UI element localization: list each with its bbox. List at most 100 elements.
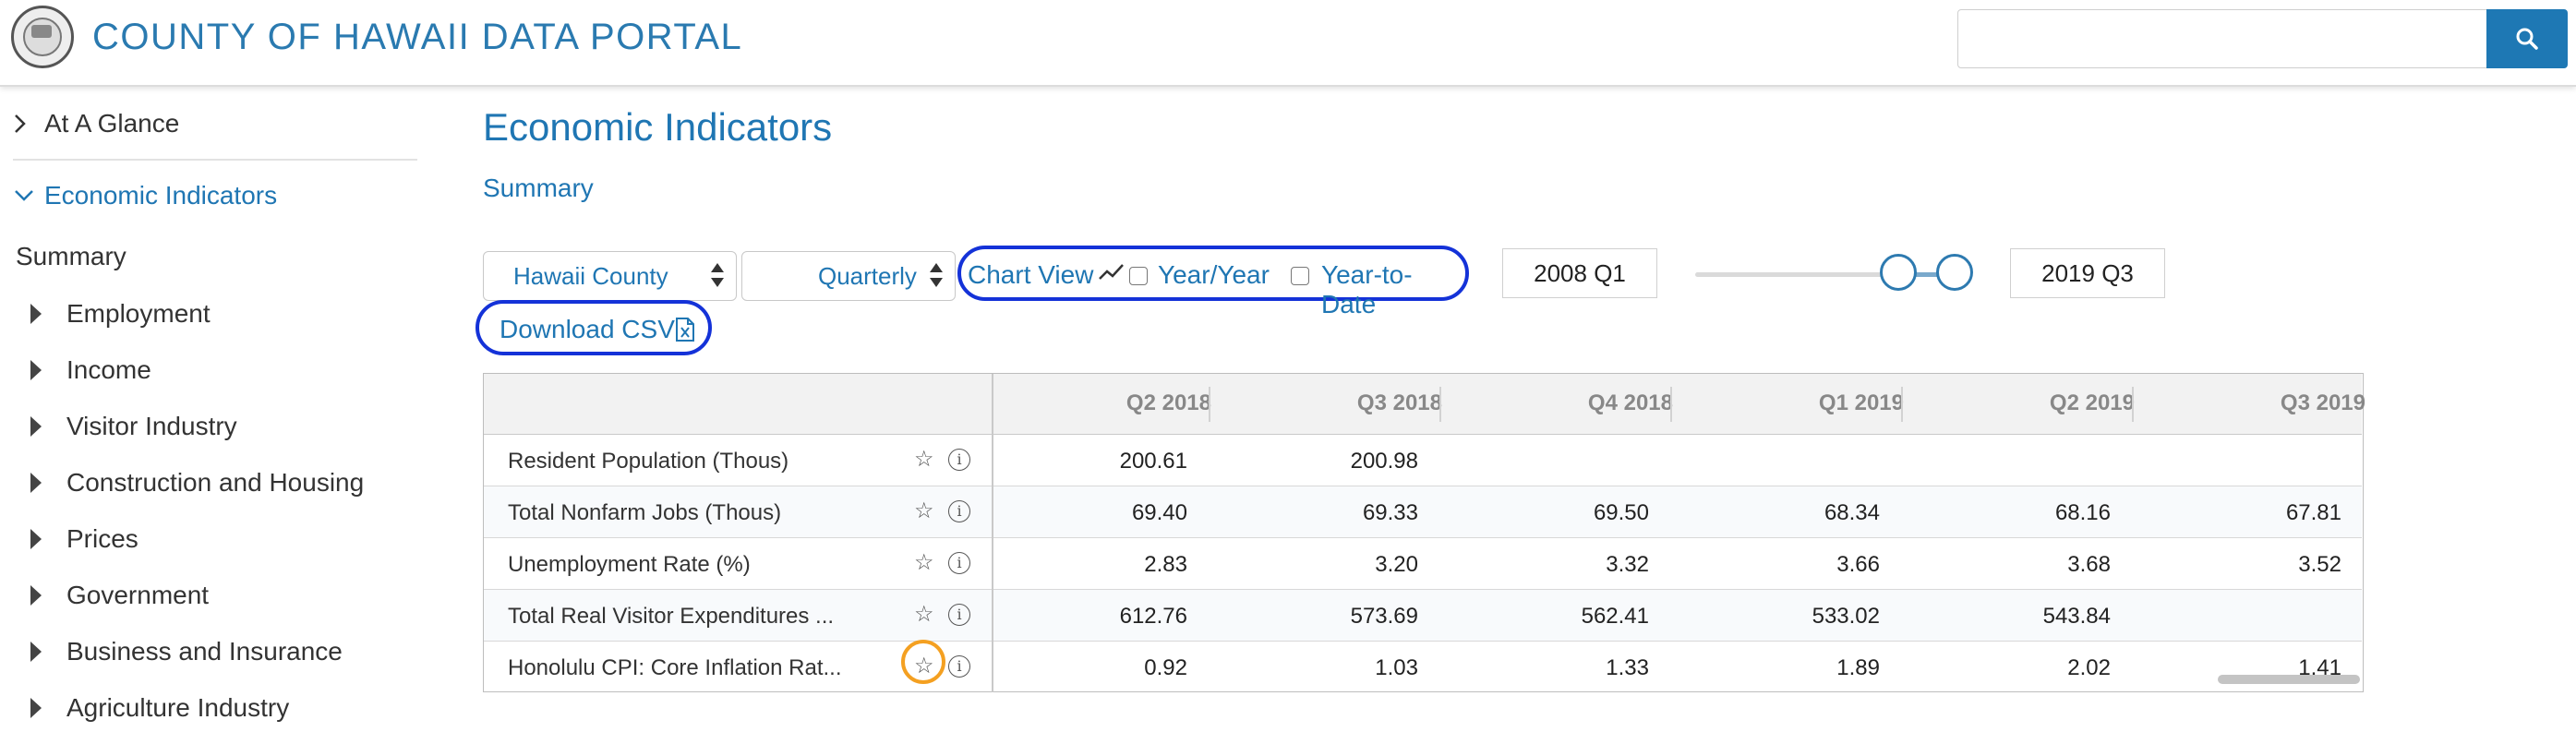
county-seal-logo[interactable] (11, 6, 74, 68)
sidebar-item-employment[interactable]: Employment (0, 288, 417, 340)
caret-right-icon (30, 473, 42, 493)
year-to-date-checkbox[interactable] (1291, 267, 1309, 285)
frequency-select[interactable]: Quarterly (741, 251, 956, 301)
info-icon[interactable]: i (948, 604, 970, 626)
info-icon[interactable]: i (948, 449, 970, 471)
sidebar-item-prices[interactable]: Prices (0, 513, 417, 565)
table-cell: 2.02 (2067, 655, 2111, 680)
table-cell: 1.33 (1606, 655, 1649, 680)
caret-right-icon (30, 585, 42, 606)
sidebar-item-label: Construction and Housing (66, 468, 365, 497)
range-end-handle[interactable] (1936, 254, 1973, 291)
table-row: Total Real Visitor Expenditures ... ☆ i … (484, 590, 2362, 642)
line-chart-icon[interactable] (1098, 262, 1125, 282)
table-cell: 533.02 (1812, 604, 1880, 629)
caret-right-icon (30, 304, 42, 324)
geography-select-value: Hawaii County (513, 261, 668, 290)
download-csv-group[interactable]: Download CSV (475, 300, 712, 355)
range-start-handle[interactable] (1880, 254, 1917, 291)
column-header[interactable]: Q2 2018 (1073, 390, 1211, 416)
search-button[interactable] (2486, 9, 2568, 68)
sidebar-item-visitor-industry[interactable]: Visitor Industry (0, 401, 417, 452)
sidebar-item-government[interactable]: Government (0, 570, 417, 621)
chart-view-options: Chart View Year/Year Year-to-Date (957, 246, 1469, 318)
column-header[interactable]: Q1 2019 (1765, 390, 1904, 416)
table-cell: 68.34 (1824, 500, 1880, 525)
table-cell: 69.33 (1362, 500, 1418, 525)
geography-select[interactable]: Hawaii County (483, 251, 737, 301)
sidebar-item-economic-indicators[interactable]: Economic Indicators (0, 161, 417, 231)
column-divider (1901, 387, 1903, 422)
info-icon[interactable]: i (948, 552, 970, 574)
table-cell: 68.16 (2054, 500, 2111, 525)
column-header[interactable]: Q2 2019 (1996, 390, 2135, 416)
column-header[interactable]: Q3 2018 (1304, 390, 1442, 416)
year-year-label[interactable]: Year/Year (1158, 260, 1270, 290)
column-header[interactable]: Q3 2019 (2227, 390, 2365, 416)
star-icon[interactable]: ☆ (914, 498, 934, 524)
table-cell: 612.76 (1119, 604, 1187, 629)
row-label[interactable]: Resident Population (Thous) (508, 449, 788, 474)
chart-view-link[interactable]: Chart View (968, 260, 1093, 290)
column-divider (2132, 387, 2134, 422)
table-cell: 1.89 (1836, 655, 1880, 680)
table-cell: 3.32 (1606, 552, 1649, 577)
site-title[interactable]: COUNTY OF HAWAII DATA PORTAL (92, 15, 742, 59)
table-cell: 2.83 (1144, 552, 1187, 577)
start-date-field[interactable]: 2008 Q1 (1502, 248, 1657, 298)
search-icon (2516, 28, 2538, 50)
page-title: Economic Indicators (483, 105, 833, 149)
frequency-select-value: Quarterly (818, 261, 917, 290)
table-cell: 543.84 (2042, 604, 2111, 629)
sidebar-item-summary[interactable]: Summary (16, 242, 126, 271)
excel-file-icon (676, 318, 694, 342)
caret-right-icon (30, 529, 42, 549)
sidebar-item-construction-housing[interactable]: Construction and Housing (0, 457, 417, 509)
page-subtitle: Summary (483, 174, 594, 202)
row-label[interactable]: Total Real Visitor Expenditures ... (508, 604, 834, 630)
caret-right-icon (30, 360, 42, 380)
column-divider (1439, 387, 1441, 422)
info-icon[interactable]: i (948, 655, 970, 678)
star-icon[interactable]: ☆ (914, 601, 934, 628)
chevron-right-icon (15, 114, 26, 133)
table-cell: 200.61 (1119, 449, 1187, 474)
row-label[interactable]: Unemployment Rate (%) (508, 552, 751, 578)
caret-right-icon (30, 642, 42, 662)
table-cell: 562.41 (1581, 604, 1649, 629)
sidebar-item-label: Income (66, 355, 151, 384)
star-icon[interactable]: ☆ (914, 446, 934, 473)
sidebar-item-at-a-glance[interactable]: At A Glance (0, 89, 417, 159)
sidebar-item-label: Employment (66, 299, 211, 328)
end-date-field[interactable]: 2019 Q3 (2010, 248, 2165, 298)
table-cell: 3.52 (2298, 552, 2341, 577)
column-divider (1209, 387, 1210, 422)
sidebar-item-agriculture-industry[interactable]: Agriculture Industry (0, 682, 417, 732)
horizontal-scrollbar[interactable] (2218, 675, 2360, 684)
search-input[interactable] (1957, 9, 2487, 68)
star-icon[interactable]: ☆ (914, 549, 934, 576)
year-year-checkbox[interactable] (1129, 267, 1148, 285)
table-cell: 200.98 (1350, 449, 1418, 474)
sidebar-item-label: Government (66, 581, 210, 609)
sidebar-item-label: Business and Insurance (66, 637, 343, 666)
table-row: Honolulu CPI: Core Inflation Rat... ☆ i … (484, 642, 2362, 693)
info-icon[interactable]: i (948, 500, 970, 522)
sidebar-item-income[interactable]: Income (0, 344, 417, 396)
row-label[interactable]: Honolulu CPI: Core Inflation Rat... (508, 655, 842, 681)
sidebar-item-label: Prices (66, 524, 138, 553)
download-csv-link[interactable]: Download CSV (500, 315, 675, 344)
table-cell: 1.03 (1375, 655, 1418, 680)
star-highlight-ring (901, 640, 945, 684)
sidebar-item-label: Agriculture Industry (66, 693, 290, 722)
row-label[interactable]: Total Nonfarm Jobs (Thous) (508, 500, 781, 526)
table-cell: 3.68 (2067, 552, 2111, 577)
year-to-date-label[interactable]: Year-to-Date (1321, 260, 1465, 319)
table-cell: 573.69 (1350, 604, 1418, 629)
select-arrows-icon (710, 263, 724, 291)
table-cell: 3.20 (1375, 552, 1418, 577)
table-cell: 69.50 (1593, 500, 1649, 525)
sidebar-item-label: Economic Indicators (44, 181, 278, 210)
column-header[interactable]: Q4 2018 (1535, 390, 1673, 416)
sidebar-item-business-insurance[interactable]: Business and Insurance (0, 626, 417, 678)
